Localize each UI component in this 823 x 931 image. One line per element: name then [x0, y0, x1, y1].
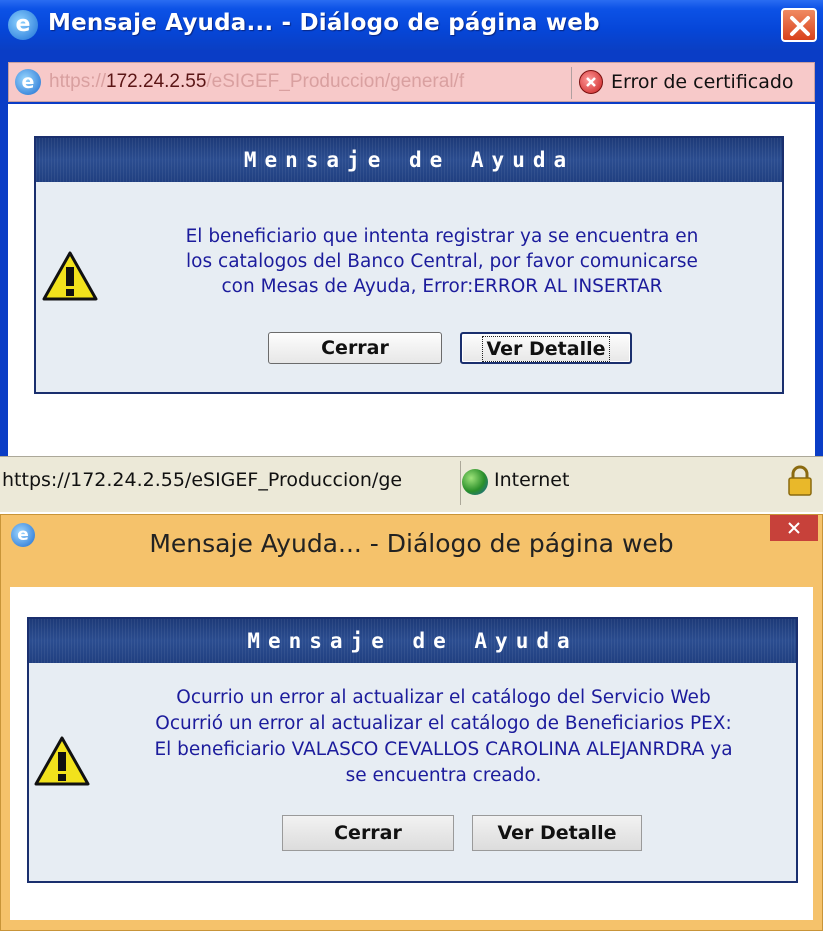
panel-header: Mensaje de Ayuda — [29, 619, 796, 663]
security-zone: Internet — [494, 469, 570, 491]
panel-header: Mensaje de Ayuda — [36, 138, 782, 182]
button-label: Cerrar — [334, 822, 402, 844]
address-url: https://172.24.2.55/eSIGEF_Produccion/ge… — [49, 71, 569, 93]
help-panel: Mensaje de Ayuda El beneficiario que int… — [34, 136, 784, 394]
message-line: El beneficiario VALASCO CEVALLOS CAROLIN… — [154, 739, 733, 760]
status-url: https://172.24.2.55/eSIGEF_Produccion/ge — [2, 469, 403, 491]
button-label: Cerrar — [321, 337, 389, 359]
certificate-error-link[interactable]: Error de certificado — [611, 71, 794, 93]
title-bar[interactable]: e Mensaje Ayuda... - Diálogo de página w… — [0, 0, 823, 50]
help-message: Ocurrio un error al actualizar el catálo… — [91, 685, 796, 789]
warning-icon — [42, 251, 98, 301]
address-divider — [571, 67, 572, 99]
view-detail-button[interactable]: Ver Detalle — [460, 332, 632, 364]
message-line: Ocurrió un error al actualizar el catálo… — [155, 713, 732, 734]
message-line: los catalogos del Banco Central, por fav… — [186, 251, 698, 272]
button-label: Ver Detalle — [497, 822, 617, 844]
address-bar: e https://172.24.2.55/eSIGEF_Produccion/… — [8, 62, 815, 102]
dialog-window-win8: e Mensaje Ayuda... - Diálogo de página w… — [0, 514, 823, 931]
dialog-window-xp: e Mensaje Ayuda... - Diálogo de página w… — [0, 0, 823, 512]
status-bar: https://172.24.2.55/eSIGEF_Produccion/ge… — [0, 456, 823, 512]
address-path: /eSIGEF_Produccion/general/f — [206, 71, 465, 92]
ie-icon: e — [15, 69, 41, 95]
address-host: 172.24.2.55 — [106, 71, 207, 92]
message-line: Ocurrio un error al actualizar el catálo… — [176, 687, 711, 708]
close-icon — [788, 522, 800, 534]
view-detail-button[interactable]: Ver Detalle — [472, 815, 642, 851]
warning-icon — [34, 736, 90, 786]
dialog-content: Mensaje de Ayuda Ocurrio un error al act… — [10, 587, 813, 920]
close-button[interactable] — [770, 515, 818, 541]
status-divider — [460, 461, 461, 505]
message-line: El beneficiario que intenta registrar ya… — [185, 226, 699, 247]
address-protocol: https:// — [49, 71, 107, 92]
globe-icon — [462, 469, 488, 495]
help-message: El beneficiario que intenta registrar ya… — [102, 224, 782, 299]
window-title: Mensaje Ayuda... - Diálogo de página web — [48, 10, 600, 36]
message-line: se encuentra creado. — [345, 765, 542, 786]
message-line: con Mesas de Ayuda, Error:ERROR AL INSER… — [221, 276, 663, 297]
dialog-content: Mensaje de Ayuda El beneficiario que int… — [8, 104, 815, 456]
close-button[interactable] — [781, 8, 817, 42]
window-title: Mensaje Ayuda... - Diálogo de página web — [149, 529, 674, 558]
button-label: Ver Detalle — [482, 336, 610, 362]
close-dialog-button[interactable]: Cerrar — [268, 332, 442, 364]
certificate-error-icon[interactable] — [579, 70, 603, 94]
ie-icon: e — [8, 10, 38, 40]
help-panel: Mensaje de Ayuda Ocurrio un error al act… — [27, 617, 798, 883]
lock-icon[interactable] — [787, 465, 813, 497]
close-icon — [790, 16, 810, 36]
close-dialog-button[interactable]: Cerrar — [282, 815, 454, 851]
